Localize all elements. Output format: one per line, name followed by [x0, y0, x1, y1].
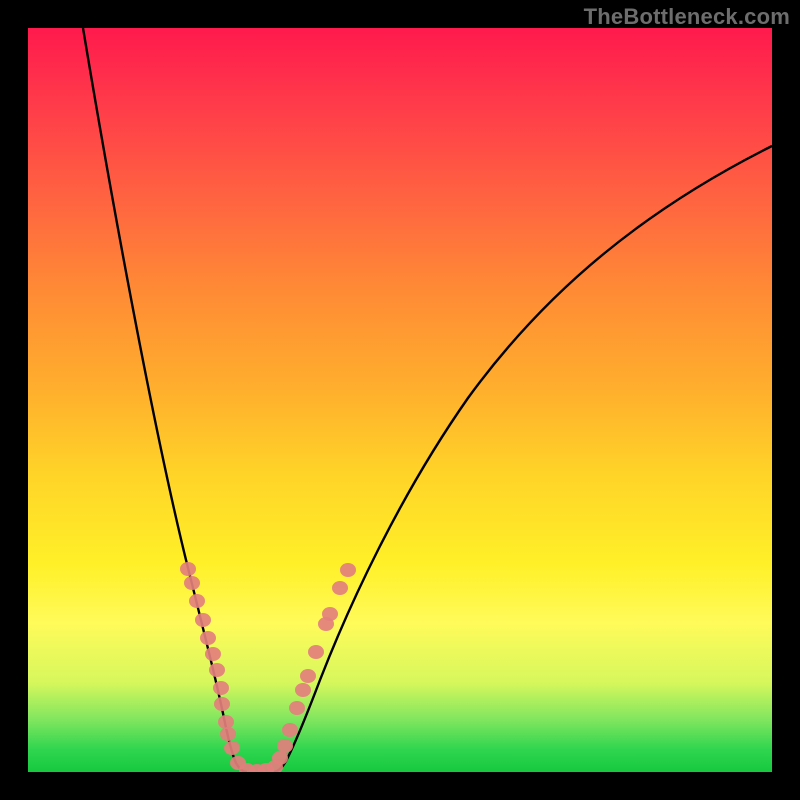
curve-group [83, 28, 772, 772]
data-marker [272, 751, 288, 765]
data-marker [220, 727, 236, 741]
chart-stage: TheBottleneck.com [0, 0, 800, 800]
data-marker [195, 613, 211, 627]
watermark-text: TheBottleneck.com [584, 4, 790, 30]
data-marker [214, 697, 230, 711]
data-marker [289, 701, 305, 715]
data-marker [218, 715, 234, 729]
data-marker [322, 607, 338, 621]
data-marker [282, 723, 298, 737]
left-curve [83, 28, 247, 772]
data-marker [180, 562, 196, 576]
data-marker [295, 683, 311, 697]
data-marker [332, 581, 348, 595]
data-marker [189, 594, 205, 608]
data-marker [224, 741, 240, 755]
plot-area [28, 28, 772, 772]
data-marker [308, 645, 324, 659]
data-marker [200, 631, 216, 645]
curve-layer [28, 28, 772, 772]
data-marker [300, 669, 316, 683]
right-curve [272, 146, 772, 772]
data-marker [184, 576, 200, 590]
data-marker [340, 563, 356, 577]
data-marker [213, 681, 229, 695]
data-marker [277, 739, 293, 753]
marker-layer [180, 562, 356, 772]
data-marker [205, 647, 221, 661]
data-marker [209, 663, 225, 677]
